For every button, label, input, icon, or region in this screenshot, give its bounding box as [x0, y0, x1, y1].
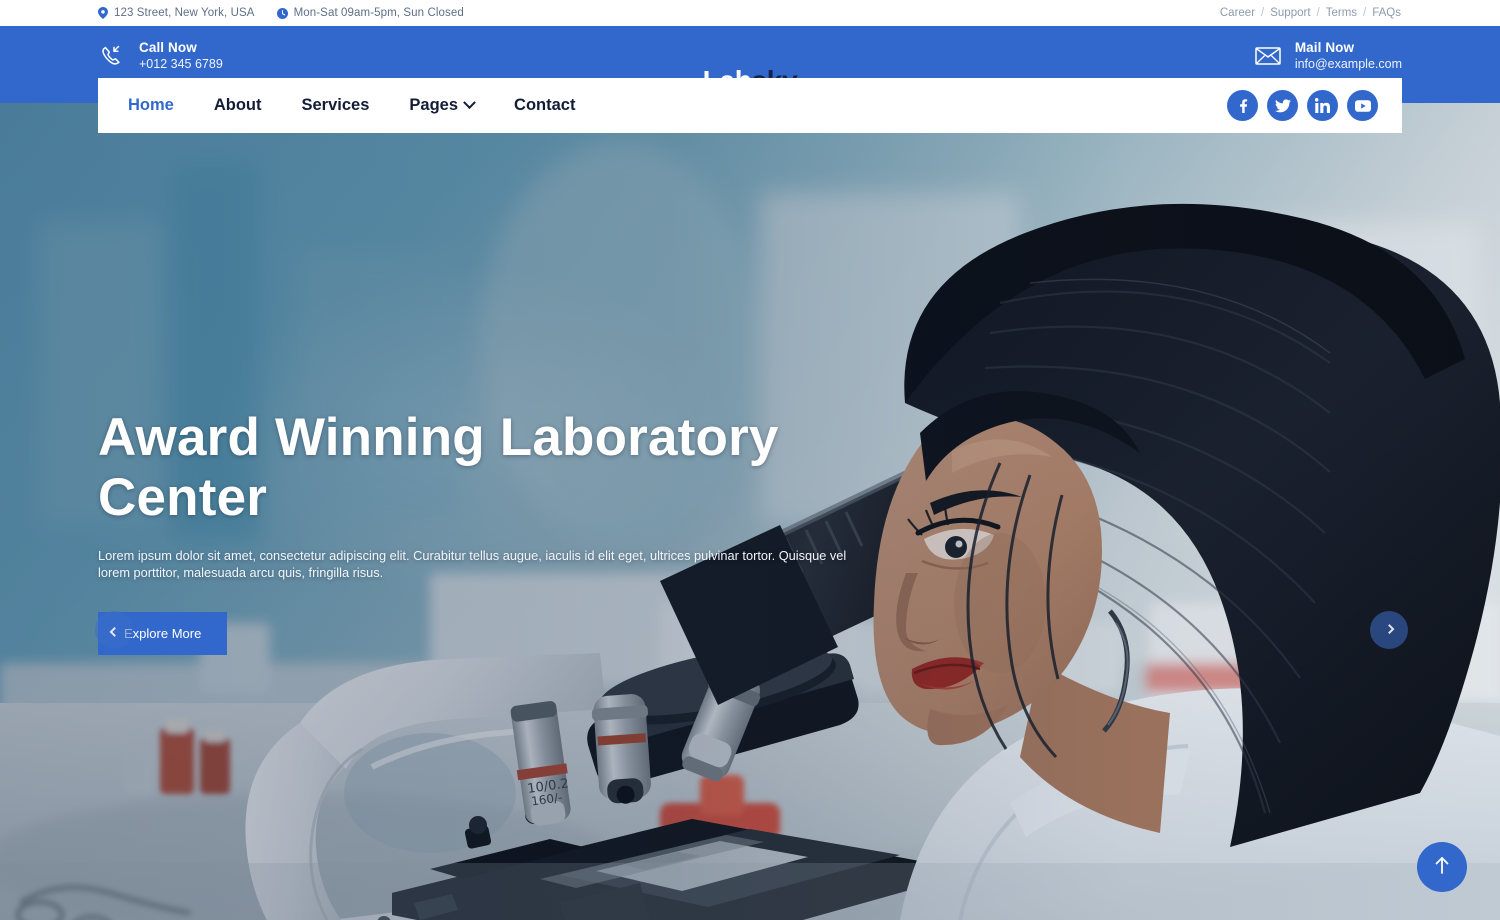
call-now-label: Call Now — [139, 40, 197, 55]
top-bar: 123 Street, New York, USA Mon-Sat 09am-5… — [0, 0, 1500, 26]
nav-item-about[interactable]: About — [194, 96, 282, 115]
top-bar-links: Career / Support / Terms / FAQs — [1219, 7, 1402, 19]
clock-icon — [276, 7, 288, 19]
social-link-facebook[interactable] — [1227, 90, 1258, 121]
hero-carousel: 10/0.2 160/- — [0, 103, 1500, 920]
main-navbar: Home About Services Pages Contact — [98, 78, 1402, 133]
social-links — [1227, 90, 1378, 121]
map-marker-icon — [98, 7, 108, 19]
youtube-icon — [1354, 99, 1371, 112]
nav-item-contact[interactable]: Contact — [494, 96, 595, 115]
carousel-prev-button[interactable] — [95, 611, 133, 649]
chevron-left-icon — [109, 626, 119, 637]
nav-item-services-label: Services — [301, 96, 370, 114]
page-root: 123 Street, New York, USA Mon-Sat 09am-5… — [0, 0, 1500, 920]
mail-now-text: Mail Now info@example.com — [1295, 40, 1402, 72]
mail-now-label: Mail Now — [1294, 40, 1355, 55]
envelope-icon — [1254, 42, 1282, 70]
chevron-right-icon — [1384, 623, 1394, 634]
top-bar-info: 123 Street, New York, USA Mon-Sat 09am-5… — [98, 7, 464, 19]
nav-item-contact-label: Contact — [514, 96, 576, 114]
link-separator-3: / — [1363, 7, 1367, 19]
address-text: 123 Street, New York, USA — [114, 7, 255, 19]
hours-info: Mon-Sat 09am-5pm, Sun Closed — [276, 7, 464, 19]
arrow-up-icon — [1434, 856, 1450, 879]
nav-item-home[interactable]: Home — [108, 96, 194, 115]
twitter-icon — [1274, 98, 1291, 113]
nav-item-about-label: About — [213, 96, 262, 114]
mail-now-value: info@example.com — [1294, 57, 1402, 71]
topbar-link-support[interactable]: Support — [1269, 7, 1311, 19]
hero-content: Award Winning Laboratory Center Lorem ip… — [98, 408, 888, 655]
hours-text: Mon-Sat 09am-5pm, Sun Closed — [293, 7, 464, 19]
facebook-icon — [1235, 98, 1250, 113]
link-separator-1: / — [1261, 7, 1265, 19]
nav-item-pages-label: Pages — [409, 96, 459, 114]
nav-item-pages[interactable]: Pages — [389, 96, 494, 115]
address-info: 123 Street, New York, USA — [98, 7, 255, 19]
social-link-twitter[interactable] — [1267, 90, 1298, 121]
chevron-down-icon — [463, 96, 476, 110]
nav-links: Home About Services Pages Contact — [108, 96, 595, 115]
mail-now-block[interactable]: Mail Now info@example.com — [1254, 40, 1402, 72]
topbar-link-faqs[interactable]: FAQs — [1371, 7, 1402, 19]
social-link-linkedin[interactable] — [1307, 90, 1338, 121]
back-to-top-button[interactable] — [1417, 842, 1467, 892]
carousel-next-button[interactable] — [1370, 611, 1408, 649]
hero-description: Lorem ipsum dolor sit amet, consectetur … — [98, 548, 847, 580]
link-separator-2: / — [1316, 7, 1320, 19]
topbar-link-career[interactable]: Career — [1219, 7, 1256, 19]
social-link-youtube[interactable] — [1347, 90, 1378, 121]
hero-title: Award Winning Laboratory Center — [98, 408, 779, 527]
topbar-link-terms[interactable]: Terms — [1325, 7, 1358, 19]
nav-item-services[interactable]: Services — [282, 96, 390, 115]
linkedin-icon — [1315, 98, 1330, 113]
nav-item-home-label: Home — [128, 96, 174, 114]
